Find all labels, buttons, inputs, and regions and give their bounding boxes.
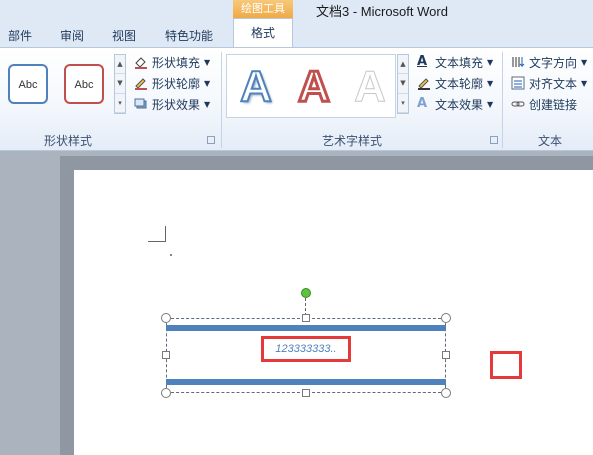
shape-outline-label: 形状轮廓: [152, 76, 201, 91]
wordart-style-gray[interactable]: A: [345, 62, 395, 112]
drawing-tools-context-header: 绘图工具: [233, 0, 293, 18]
dropdown-arrow-icon: ▼: [487, 99, 494, 109]
shape-fill-label: 形状填充: [152, 55, 201, 70]
textbox-top-border-line: [166, 325, 446, 331]
shape-styles-launcher-icon[interactable]: [207, 136, 215, 144]
paragraph-mark: [170, 254, 172, 256]
wordart-scroll[interactable]: ▲ ▼ ▾: [397, 54, 409, 114]
wordart-styles-group-label: 艺术字样式: [322, 134, 383, 148]
resize-handle-bottom[interactable]: [302, 389, 310, 397]
dropdown-arrow-icon: ▼: [487, 78, 494, 88]
shape-outline-button[interactable]: 形状轮廓 ▼: [134, 73, 210, 93]
document-page[interactable]: [74, 170, 593, 455]
text-fill-label: 文本填充: [435, 55, 484, 70]
shape-styles-scroll[interactable]: ▲ ▼ ▾: [114, 54, 126, 114]
text-outline-button[interactable]: 文本轮廓 ▼: [417, 73, 493, 93]
create-link-button[interactable]: 创建链接: [511, 94, 577, 114]
textbox-bottom-border-line: [166, 379, 446, 385]
dropdown-arrow-icon: ▼: [204, 57, 211, 67]
empty-highlight-box: [490, 351, 522, 379]
tab-view[interactable]: 视图: [112, 27, 136, 44]
tab-review[interactable]: 审阅: [60, 27, 84, 44]
group-separator: [502, 52, 503, 148]
shape-styles-group-label: 形状样式: [44, 134, 93, 148]
page-margin-mark: [148, 226, 166, 242]
window-title: 文档3 - Microsoft Word: [316, 4, 448, 19]
title-bar: [0, 0, 593, 47]
dropdown-arrow-icon: ▼: [204, 99, 211, 109]
create-link-label: 创建链接: [529, 97, 578, 112]
dropdown-arrow-icon: ▼: [487, 57, 494, 67]
text-outline-label: 文本轮廓: [435, 76, 484, 91]
text-effects-label: 文本效果: [435, 97, 484, 112]
wordart-style-red[interactable]: A: [289, 61, 339, 113]
resize-handle-top[interactable]: [302, 314, 310, 322]
resize-handle-top-left[interactable]: [161, 313, 171, 323]
shape-style-blue[interactable]: Abc: [8, 64, 48, 104]
text-direction-label: 文字方向: [529, 55, 578, 70]
text-direction-icon: [511, 55, 525, 69]
textbox-text[interactable]: 123333333..: [264, 339, 348, 359]
text-outline-icon: [417, 76, 431, 90]
shape-effects-button[interactable]: 形状效果 ▼: [134, 94, 210, 114]
dropdown-arrow-icon: ▼: [581, 57, 588, 67]
resize-handle-right[interactable]: [442, 351, 450, 359]
align-text-icon: [511, 76, 525, 90]
tab-features[interactable]: 特色功能: [165, 27, 213, 44]
dropdown-arrow-icon: ▼: [581, 78, 588, 88]
paint-bucket-icon: [134, 55, 148, 69]
pencil-icon: [134, 76, 148, 90]
more-icon[interactable]: ▾: [398, 94, 408, 113]
ribbon: Abc Abc ▲ ▼ ▾ 形状填充 ▼ 形状轮廓 ▼ 形状效果 ▼ 形状样式 …: [0, 47, 593, 151]
shape-effects-label: 形状效果: [152, 97, 201, 112]
dropdown-arrow-icon: ▼: [204, 78, 211, 88]
text-effects-button[interactable]: A 文本效果 ▼: [417, 94, 493, 114]
wordart-styles-launcher-icon[interactable]: [490, 136, 498, 144]
scroll-up-icon[interactable]: ▲: [115, 55, 125, 75]
shape-effects-icon: [134, 97, 148, 111]
scroll-down-icon[interactable]: ▼: [115, 74, 125, 94]
text-direction-button[interactable]: 文字方向 ▼: [511, 52, 587, 72]
rotate-handle[interactable]: [301, 288, 311, 298]
text-group-label: 文本: [538, 134, 563, 148]
text-effects-icon: A: [417, 96, 428, 111]
scroll-down-icon[interactable]: ▼: [398, 74, 408, 94]
align-text-button[interactable]: 对齐文本 ▼: [511, 73, 587, 93]
scroll-up-icon[interactable]: ▲: [398, 55, 408, 75]
text-fill-icon: A: [417, 54, 428, 69]
shape-fill-button[interactable]: 形状填充 ▼: [134, 52, 210, 72]
shape-style-red[interactable]: Abc: [64, 64, 104, 104]
group-separator: [221, 52, 222, 148]
tab-parts[interactable]: 部件: [8, 27, 32, 44]
resize-handle-bottom-right[interactable]: [441, 388, 451, 398]
resize-handle-left[interactable]: [162, 351, 170, 359]
resize-handle-top-right[interactable]: [441, 313, 451, 323]
text-fill-button[interactable]: A 文本填充 ▼: [417, 52, 493, 72]
wordart-style-blue[interactable]: A: [231, 61, 281, 112]
chain-link-icon: [511, 97, 525, 111]
more-icon[interactable]: ▾: [115, 94, 125, 113]
tab-format[interactable]: 格式: [233, 18, 293, 48]
align-text-label: 对齐文本: [529, 76, 578, 91]
resize-handle-bottom-left[interactable]: [161, 388, 171, 398]
